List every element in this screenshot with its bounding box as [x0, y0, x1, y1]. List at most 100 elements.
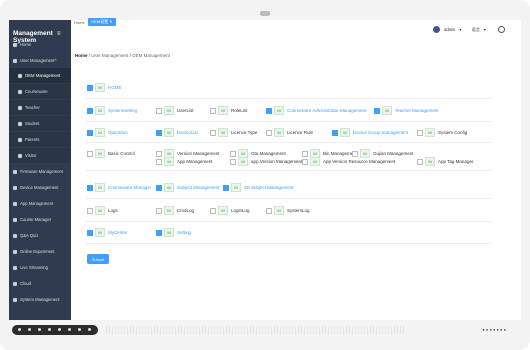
sidebar-item-courseware[interactable]: Courseware: [9, 84, 71, 99]
sidebar-item-online-experiment[interactable]: Online Experiment: [9, 244, 71, 259]
menu-type-badge: M: [95, 83, 105, 92]
sidebar-item-device-management[interactable]: Device Management: [9, 180, 71, 195]
checkbox[interactable]: [156, 129, 162, 136]
checkbox[interactable]: [87, 150, 93, 157]
checkbox[interactable]: [156, 150, 162, 157]
taskbar-dot[interactable]: [48, 328, 51, 331]
permission-item[interactable]: M DeviceList: [156, 128, 198, 137]
tag-home[interactable]: Home: [74, 20, 85, 25]
sidebar-item-user-management[interactable]: User Management ^: [9, 53, 71, 68]
permission-item[interactable]: M Licence Rule: [266, 128, 313, 137]
permission-item[interactable]: M CmdLog: [156, 206, 194, 215]
sidebar-item-oem-management[interactable]: OEM Management: [9, 68, 71, 83]
permission-label: Ota Management: [251, 151, 286, 156]
checkbox[interactable]: [223, 184, 229, 191]
chevron-down-icon[interactable]: ▾: [484, 27, 486, 32]
sidebar-item-course-manager[interactable]: Course Manager: [9, 212, 71, 227]
permission-item[interactable]: M UserList: [156, 106, 194, 115]
permission-item[interactable]: M SystemSetting: [87, 106, 137, 115]
menu-type-badge: M: [164, 157, 174, 166]
power-icon[interactable]: [498, 26, 505, 33]
checkbox[interactable]: [210, 107, 216, 114]
menu-type-badge: M: [164, 228, 174, 237]
permission-item[interactable]: M Basic Control: [87, 149, 135, 158]
checkbox[interactable]: [266, 129, 272, 136]
checkbox[interactable]: [332, 129, 338, 136]
permission-item[interactable]: M Subject Management: [156, 183, 220, 192]
permission-item[interactable]: M RoleList: [210, 106, 247, 115]
checkbox[interactable]: [352, 150, 358, 157]
permission-item[interactable]: M MyCenter: [87, 228, 128, 237]
sidebar-item-parents[interactable]: Parents: [9, 132, 71, 147]
sidebar-item-app-management[interactable]: App Management: [9, 196, 71, 211]
language-menu[interactable]: 语言: [472, 27, 480, 33]
sidebar-item-home[interactable]: Home: [9, 37, 71, 52]
taskbar-dot[interactable]: [28, 328, 31, 331]
sidebar-item-teacher[interactable]: Teacher: [9, 100, 71, 115]
checkbox[interactable]: [417, 158, 423, 165]
permission-item[interactable]: M LoginLog: [210, 206, 250, 215]
checkbox[interactable]: [266, 107, 272, 114]
chevron-down-icon[interactable]: ▾: [459, 27, 461, 32]
taskbar-dot[interactable]: [18, 328, 21, 331]
permission-item[interactable]: M System Config: [417, 128, 467, 137]
checkbox[interactable]: [156, 158, 162, 165]
checkbox[interactable]: [156, 207, 162, 214]
permission-item[interactable]: M App Version Resource Management: [302, 157, 395, 166]
sidebar-item-live-streaming[interactable]: Live Streaming: [9, 260, 71, 275]
checkbox[interactable]: [210, 129, 216, 136]
checkbox[interactable]: [417, 129, 423, 136]
checkbox[interactable]: [87, 207, 93, 214]
sidebar-item-cloud[interactable]: Cloud: [9, 276, 71, 291]
avatar[interactable]: [432, 26, 440, 33]
checkbox[interactable]: [87, 129, 93, 136]
taskbar-dot[interactable]: [68, 328, 71, 331]
checkbox[interactable]: [156, 229, 162, 236]
taskbar-dot[interactable]: [38, 328, 41, 331]
breadcrumb-user-management[interactable]: User Management: [91, 53, 128, 58]
checkbox[interactable]: [374, 107, 380, 114]
sidebar-item-firmware-management[interactable]: Firmware Management: [9, 164, 71, 179]
permission-item[interactable]: M 3D Subject Management: [223, 183, 294, 192]
permission-item[interactable]: M Setting: [156, 228, 191, 237]
permission-item[interactable]: M Courseware Administrator Management: [266, 106, 366, 115]
menu-icon: [18, 89, 22, 94]
permission-item[interactable]: M App Management: [156, 157, 213, 166]
taskbar-dot[interactable]: [88, 328, 91, 331]
permission-item[interactable]: M Logs: [87, 206, 118, 215]
menu-type-badge: M: [164, 106, 174, 115]
checkbox[interactable]: [302, 158, 308, 165]
sidebar-item-student[interactable]: Student: [9, 116, 71, 131]
permission-item[interactable]: M Operation: [87, 128, 128, 137]
permission-item[interactable]: M SystemLog: [266, 206, 310, 215]
permission-item[interactable]: M Teacher Management: [374, 106, 439, 115]
checkbox[interactable]: [230, 158, 236, 165]
checkbox[interactable]: [302, 150, 308, 157]
checkbox[interactable]: [230, 150, 236, 157]
checkbox[interactable]: [87, 184, 93, 191]
checkbox[interactable]: [210, 207, 216, 214]
tag-oem[interactable]: OEM设置 ✕: [88, 18, 116, 26]
checkbox[interactable]: [87, 107, 93, 114]
permission-item[interactable]: M Device Group management: [332, 128, 408, 137]
checkbox[interactable]: [156, 107, 162, 114]
sidebar-item-q-a-quiz[interactable]: Q&A Quiz: [9, 228, 71, 243]
checkbox[interactable]: [87, 84, 93, 91]
sidebar-item-label: User Management: [20, 58, 55, 63]
taskbar-dot[interactable]: [78, 328, 81, 331]
sidebar-item-system-management[interactable]: System Management: [9, 292, 71, 307]
taskbar-dot[interactable]: [58, 328, 61, 331]
user-menu[interactable]: admin ▾ 语言 ▾: [432, 26, 505, 33]
permission-item[interactable]: M Licence Type: [210, 128, 257, 137]
breadcrumb-home[interactable]: Home: [75, 53, 88, 58]
checkbox[interactable]: [156, 184, 162, 191]
permission-item[interactable]: M Courseware Manager: [87, 183, 151, 192]
permission-item[interactable]: M HOME: [87, 83, 122, 92]
checkbox[interactable]: [87, 229, 93, 236]
submit-button[interactable]: Submit: [87, 254, 109, 264]
user-name[interactable]: admin: [444, 27, 455, 32]
permission-item[interactable]: Mapp Version Management: [230, 157, 302, 166]
checkbox[interactable]: [266, 207, 272, 214]
permission-item[interactable]: M App Tag Manager: [417, 157, 473, 166]
sidebar-item-visitor[interactable]: Visitor: [9, 148, 71, 163]
